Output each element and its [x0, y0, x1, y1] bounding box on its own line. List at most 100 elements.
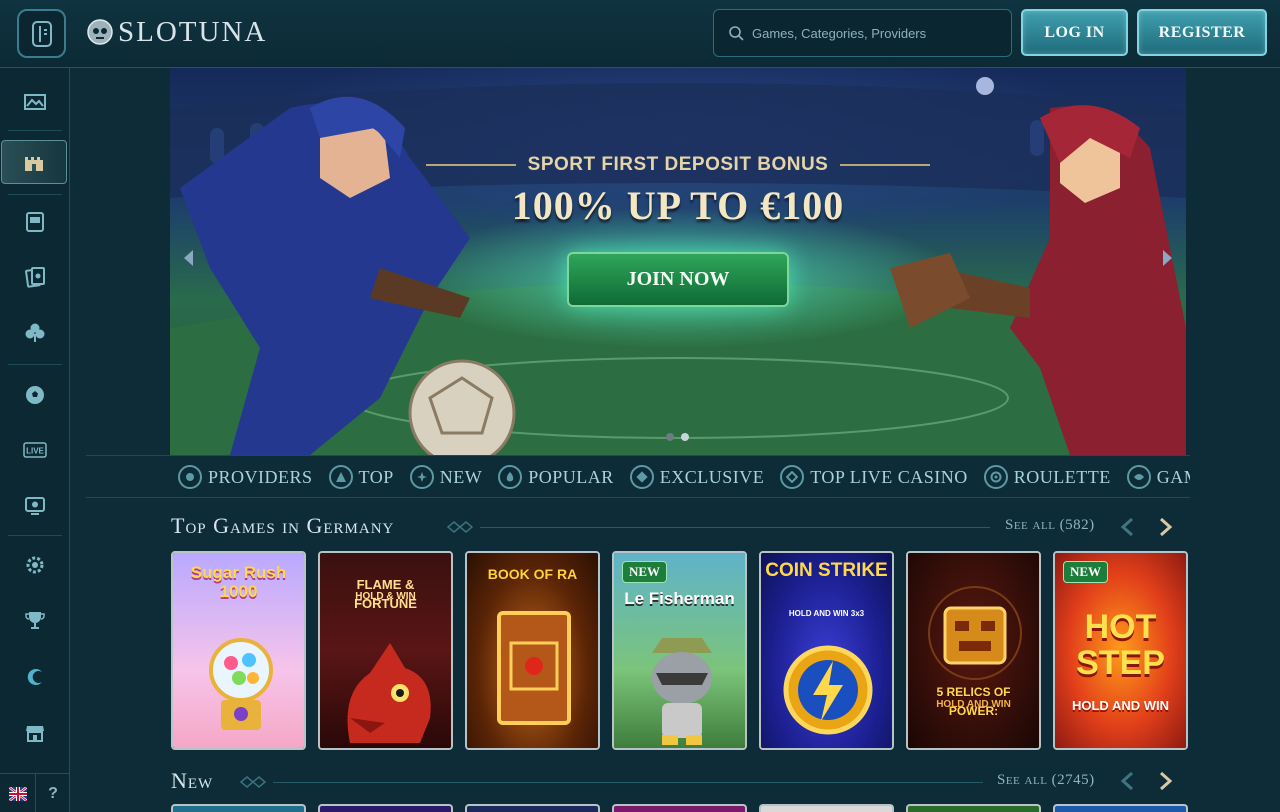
category-label: POPULAR	[528, 466, 614, 487]
lightning-coin-art	[783, 645, 873, 735]
sidebar-item-tournaments[interactable]	[0, 598, 70, 642]
register-button[interactable]: REGISTER	[1137, 9, 1267, 56]
new-games-prev-button[interactable]	[1117, 771, 1137, 791]
crescent-icon	[27, 669, 42, 685]
game-title: COIN STRIKE	[765, 560, 888, 581]
game-subtitle: HOLD & WIN	[355, 591, 416, 602]
language-selector[interactable]	[0, 774, 35, 812]
category-roulette[interactable]: ROULETTE	[983, 465, 1111, 489]
game-tile[interactable]	[318, 804, 453, 812]
category-label: PROVIDERS	[208, 466, 313, 487]
help-icon: ?	[48, 784, 58, 802]
game-tile-le-fisherman[interactable]: NEW Le Fisherman	[612, 551, 747, 750]
esports-icon	[25, 497, 45, 515]
promo-banner: SPORT FIRST DEPOSIT BONUS 100% UP TO €10…	[170, 68, 1186, 455]
game-tile[interactable]	[465, 804, 600, 812]
game-title: HOT STEP	[1076, 608, 1165, 682]
game-title: Sugar Rush 1000	[190, 563, 287, 601]
category-label: NEW	[439, 466, 483, 487]
banner-subtitle: SPORT FIRST DEPOSIT BONUS	[170, 154, 1186, 176]
logo-text: SLOTUNA	[118, 15, 268, 48]
category-top[interactable]: TOP	[328, 465, 394, 489]
banner-dot-active[interactable]	[681, 433, 689, 441]
see-all-top-games-link[interactable]: See all (582)	[1005, 517, 1095, 534]
sidebar-item-live[interactable]: LIVE	[0, 428, 70, 472]
category-game-shows[interactable]: GAME SH	[1126, 465, 1190, 489]
sidebar-item-esports[interactable]	[0, 483, 70, 527]
game-tile-coin-strike[interactable]: COIN STRIKE HOLD AND WIN 3x3	[759, 551, 894, 750]
category-top-live-casino[interactable]: TOP LIVE CASINO	[780, 465, 968, 489]
search-box[interactable]	[713, 9, 1012, 57]
sidebar-item-poker[interactable]	[0, 311, 70, 355]
game-tile[interactable]	[1053, 804, 1188, 812]
chevron-left-icon	[1120, 518, 1133, 536]
sidebar-item-casino[interactable]	[1, 140, 67, 184]
banner-prev-button[interactable]	[176, 246, 200, 270]
flame-icon	[498, 465, 523, 489]
help-button[interactable]: ?	[35, 774, 70, 812]
category-providers[interactable]: PROVIDERS	[178, 465, 313, 489]
game-tile[interactable]	[171, 804, 306, 812]
sidebar-item-promotions[interactable]	[0, 543, 70, 587]
chevron-right-icon	[1160, 772, 1173, 790]
chevron-left-icon	[184, 250, 193, 266]
book-art	[497, 611, 571, 725]
category-popular[interactable]: POPULAR	[498, 465, 614, 489]
game-tile[interactable]	[906, 804, 1041, 812]
slots-icon	[24, 94, 46, 110]
new-badge: NEW	[1063, 561, 1109, 583]
cards-icon	[25, 267, 45, 288]
sidebar-item-slot-machines[interactable]	[0, 200, 70, 244]
skull-logo-icon	[87, 19, 113, 45]
section-ornament-icon	[239, 776, 267, 788]
game-tile-flame-fortune[interactable]: FLAME & FORTUNE HOLD & WIN	[318, 551, 453, 750]
game-tile-book-of-ra[interactable]: BOOK OF RA	[465, 551, 600, 750]
game-show-icon	[1126, 465, 1151, 489]
chevron-right-icon	[1160, 518, 1173, 536]
live-casino-icon	[780, 465, 805, 489]
golden-mask-art	[928, 586, 1022, 680]
sidebar-item-slots[interactable]	[0, 80, 70, 124]
sidebar-item-loyalty[interactable]	[0, 655, 70, 699]
club-icon	[25, 323, 45, 342]
game-tile-sugar-rush[interactable]: Sugar Rush 1000	[171, 551, 306, 750]
category-label: GAME SH	[1156, 466, 1190, 487]
sidebar-item-table-games[interactable]	[0, 255, 70, 299]
category-new[interactable]: NEW	[409, 465, 483, 489]
roulette-icon	[983, 465, 1008, 489]
slot-machine-icon	[26, 212, 44, 232]
chevron-left-icon	[1120, 772, 1133, 790]
section-ornament-icon	[446, 521, 474, 533]
game-tile-relics-of-power[interactable]: 5 RELICS OF POWER: HOLD AND WIN	[906, 551, 1041, 750]
category-exclusive[interactable]: EXCLUSIVE	[629, 465, 765, 489]
shop-icon	[26, 726, 44, 742]
sidebar-item-sports[interactable]	[0, 373, 70, 417]
search-input[interactable]	[752, 25, 992, 41]
new-badge: NEW	[622, 561, 668, 583]
left-sidebar: LIVE ?	[0, 68, 70, 812]
game-title: BOOK OF RA	[487, 566, 578, 582]
game-subtitle: HOLD AND WIN	[1071, 698, 1169, 713]
category-label: TOP	[358, 466, 394, 487]
login-button[interactable]: LOG IN	[1021, 9, 1128, 56]
game-tile[interactable]	[612, 804, 747, 812]
join-now-button[interactable]: JOIN NOW	[567, 252, 789, 307]
sidebar-toggle-button[interactable]	[17, 9, 66, 58]
banner-next-button[interactable]	[1156, 246, 1180, 270]
see-all-new-link[interactable]: See all (2745)	[997, 772, 1095, 789]
sidebar-item-shop[interactable]	[0, 711, 70, 755]
new-games-next-button[interactable]	[1156, 771, 1176, 791]
soccer-ball-icon	[26, 386, 44, 404]
section-divider	[480, 527, 990, 528]
new-icon	[409, 465, 434, 489]
site-logo[interactable]: SLOTUNA	[86, 14, 267, 50]
top-games-next-button[interactable]	[1156, 517, 1176, 537]
top-games-prev-button[interactable]	[1117, 517, 1137, 537]
new-games-row	[171, 804, 1188, 812]
top-header: SLOTUNA LOG IN REGISTER	[0, 0, 1280, 68]
dragon-art	[347, 643, 431, 743]
game-tile-hot-step[interactable]: NEW HOT STEP HOLD AND WIN	[1053, 551, 1188, 750]
banner-dot[interactable]	[666, 433, 674, 441]
game-tile[interactable]	[759, 804, 894, 812]
exclusive-icon	[629, 465, 654, 489]
